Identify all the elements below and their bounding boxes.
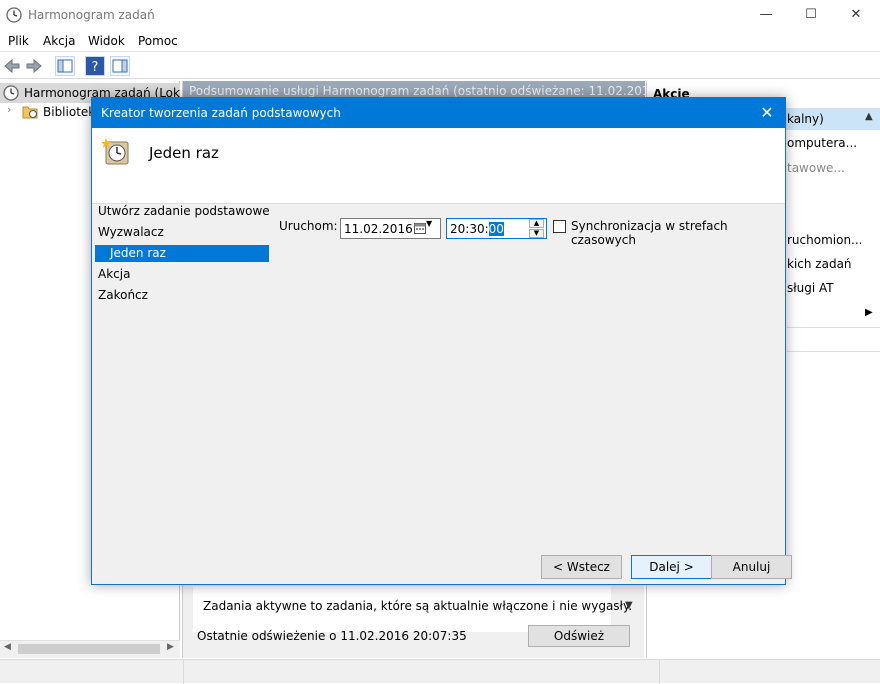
next-button[interactable]: Dalej > [631, 555, 712, 579]
back-button[interactable]: < Wstecz [541, 555, 622, 579]
cancel-button[interactable]: Anuluj [711, 555, 792, 579]
show-tree-button[interactable] [55, 56, 75, 76]
divider [183, 660, 184, 684]
divider [659, 660, 660, 684]
panel-icon [112, 59, 128, 73]
expand-chevron-icon[interactable]: › [7, 103, 11, 116]
clock-icon [3, 85, 19, 101]
back-arrow-icon[interactable] [3, 58, 21, 74]
task-clock-icon [101, 138, 129, 165]
actions-section-label: kalny) [787, 112, 824, 126]
help-icon: ? [92, 60, 99, 75]
panel-icon [57, 59, 73, 73]
step-one-time: Jeden raz [95, 245, 269, 262]
help-button[interactable]: ? [85, 56, 105, 76]
start-date-value: 11.02.2016 [344, 222, 413, 236]
status-bar [0, 659, 880, 684]
refresh-button[interactable]: Odśwież [528, 625, 630, 647]
dialog-header [92, 128, 785, 204]
dialog-titlebar: Kreator tworzenia zadań podstawowych ✕ [92, 98, 785, 128]
menu-help[interactable]: Pomoc [138, 34, 178, 48]
sync-timezones-checkbox[interactable] [553, 220, 566, 233]
divider [787, 327, 880, 328]
start-time-seconds-selected: 00 [488, 222, 504, 236]
collapse-up-icon[interactable]: ▲ [865, 111, 873, 122]
dialog-close-icon[interactable]: ✕ [757, 103, 777, 122]
folder-clock-icon [22, 106, 38, 119]
dialog-heading: Jeden raz [149, 144, 219, 162]
active-tasks-info: Zadania aktywne to zadania, które są akt… [203, 599, 633, 613]
start-time-prefix: 20:30: [450, 222, 489, 236]
toolbar: ? [0, 53, 880, 79]
menu-action[interactable]: Akcja [43, 34, 75, 48]
start-label: Uruchom: [279, 219, 338, 233]
calendar-icon[interactable] [414, 222, 426, 234]
window-title: Harmonogram zadań [28, 8, 155, 22]
action-connect-computer[interactable]: omputera... [787, 136, 857, 150]
action-create-basic-task[interactable]: tawowe... [787, 161, 845, 175]
sync-timezones-label[interactable]: Synchronizacja w strefach czasowych [571, 219, 785, 247]
last-refresh-text: Ostatnie odświeżenie o 11.02.2016 20:07:… [197, 629, 467, 643]
dialog-title: Kreator tworzenia zadań podstawowych [101, 106, 341, 120]
close-button[interactable]: ✕ [846, 6, 866, 24]
action-at-service[interactable]: sługi AT [787, 281, 834, 295]
svg-text:?: ? [92, 60, 99, 75]
maximize-button[interactable]: ☐ [801, 6, 821, 24]
clock-icon [6, 7, 22, 23]
time-spin-up-icon[interactable]: ▲ [529, 219, 544, 228]
step-action: Akcja [98, 267, 131, 281]
scroll-down-icon[interactable]: ▼ [625, 600, 633, 611]
menu-bar: Plik Akcja Widok Pomoc [0, 30, 880, 52]
scrollbar-thumb[interactable] [18, 644, 160, 654]
step-create-basic-task: Utwórz zadanie podstawowe [98, 204, 270, 218]
scroll-right-icon[interactable]: ▶ [167, 642, 174, 652]
step-trigger: Wyzwalacz [98, 225, 164, 239]
action-show-running[interactable]: ruchomion... [787, 233, 863, 247]
basic-task-wizard-dialog: Kreator tworzenia zadań podstawowych ✕ J… [91, 97, 792, 585]
submenu-arrow-icon[interactable]: ▶ [865, 307, 873, 318]
minimize-button[interactable]: — [756, 6, 776, 24]
chevron-down-icon[interactable]: ▼ [426, 219, 432, 228]
forward-arrow-icon[interactable] [25, 58, 43, 74]
scroll-left-icon[interactable]: ◀ [4, 642, 11, 652]
divider [787, 351, 880, 352]
step-finish: Zakończ [98, 288, 148, 302]
main-titlebar: Harmonogram zadań — ☐ ✕ [0, 0, 880, 30]
menu-view[interactable]: Widok [88, 34, 125, 48]
show-actions-button[interactable] [110, 56, 130, 76]
menu-file[interactable]: Plik [8, 34, 29, 48]
action-enable-history[interactable]: kich zadań [787, 257, 852, 271]
time-spin-down-icon[interactable]: ▼ [529, 229, 544, 238]
